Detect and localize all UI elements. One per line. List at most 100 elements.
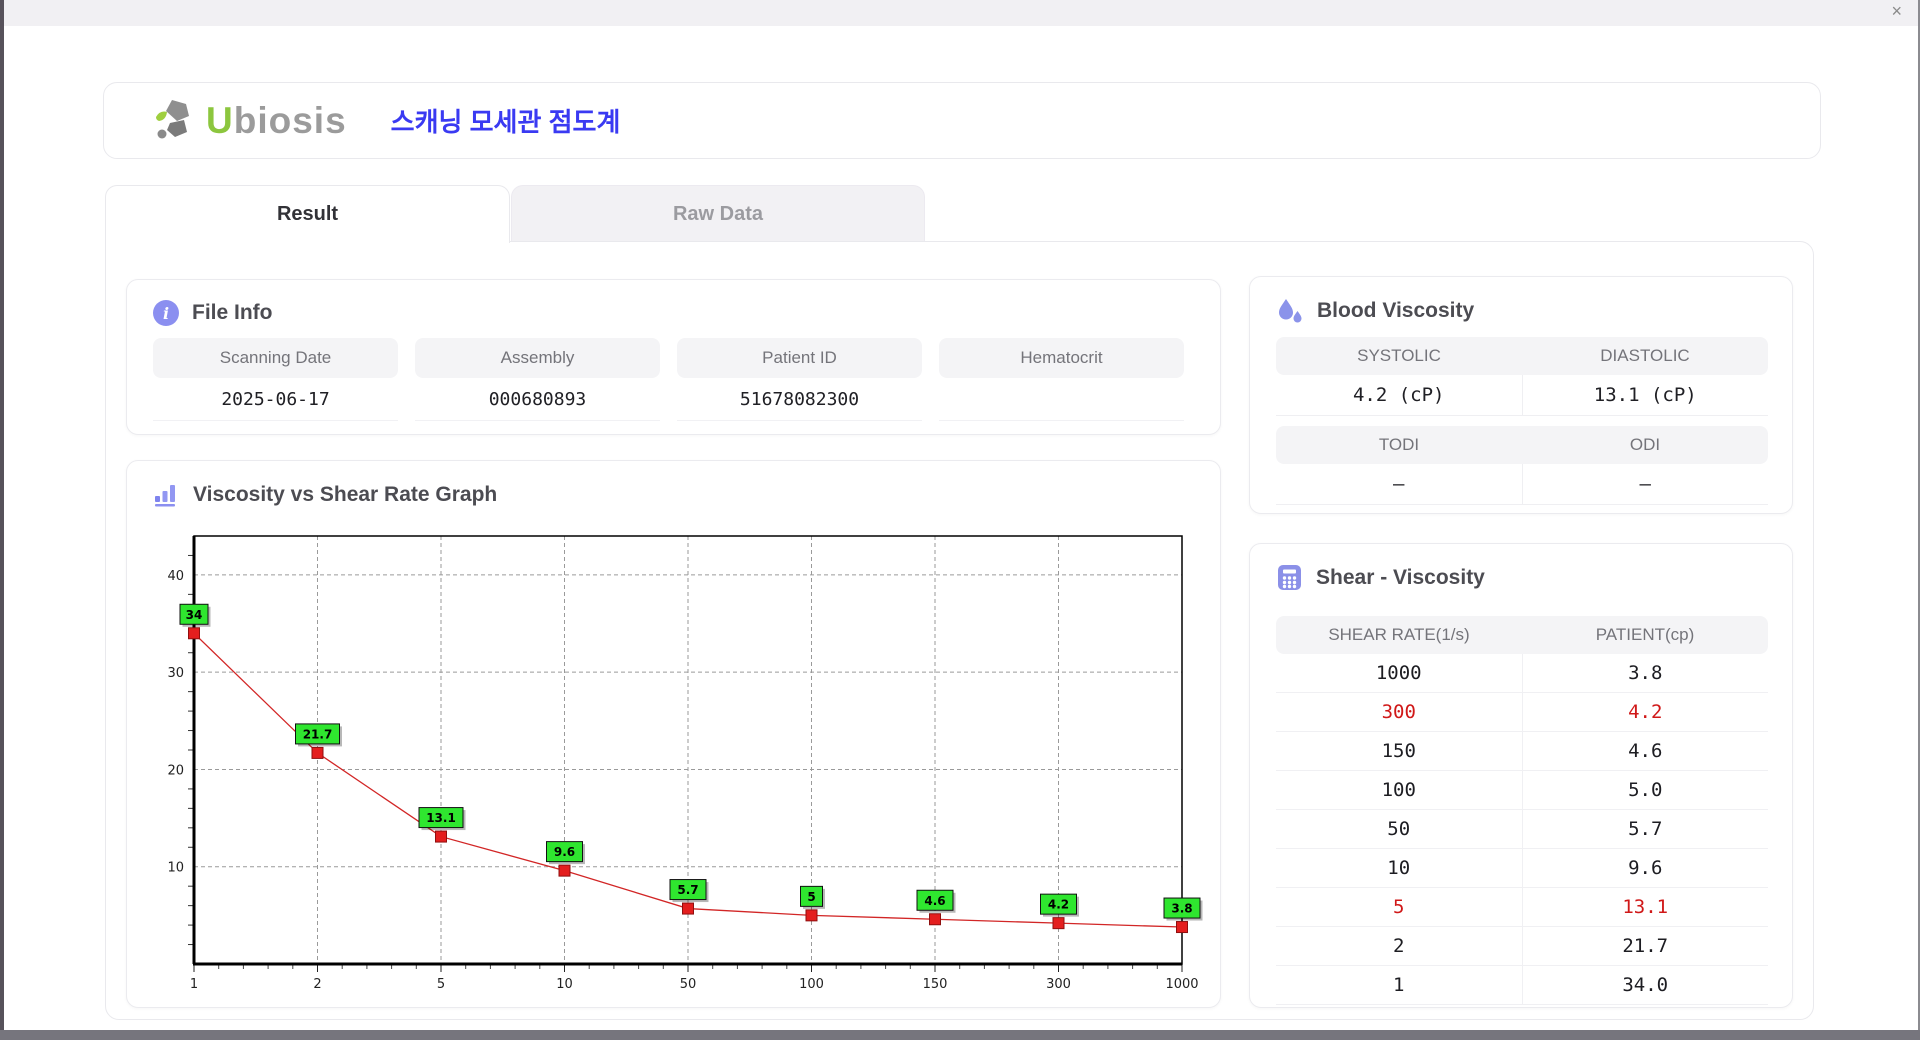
patient-cell: 4.6 (1523, 732, 1769, 770)
svg-text:30: 30 (167, 666, 184, 681)
blood-viscosity-table-header: TODIODI (1276, 426, 1768, 464)
calculator-icon (1276, 564, 1303, 591)
svg-text:4.2: 4.2 (1048, 898, 1069, 912)
file-info-header: i File Info (153, 300, 1220, 326)
shear-rate-cell: 100 (1276, 771, 1523, 809)
column-header: ODI (1522, 426, 1768, 464)
shear-rate-cell: 150 (1276, 732, 1523, 770)
shear-rate-cell: 50 (1276, 810, 1523, 848)
shear-rate-cell: 10 (1276, 849, 1523, 887)
table-row: 10003.8 (1276, 654, 1768, 693)
blood-viscosity-table-header: SYSTOLICDIASTOLIC (1276, 337, 1768, 375)
file-info-field-scanning-date: Scanning Date2025-06-17 (153, 338, 398, 421)
patient-cell: 3.8 (1523, 654, 1769, 692)
shear-viscosity-panel: Shear - Viscosity SHEAR RATE(1/s)PATIENT… (1249, 543, 1793, 1008)
field-label: Scanning Date (153, 338, 398, 378)
bar-chart-icon (153, 481, 180, 508)
file-info-panel: i File Info Scanning Date2025-06-17Assem… (126, 279, 1221, 435)
file-info-field-patient-id: Patient ID51678082300 (677, 338, 922, 421)
table-row: 1005.0 (1276, 771, 1768, 810)
close-icon[interactable]: × (1891, 1, 1902, 22)
shear-viscosity-title: Shear - Viscosity (1316, 566, 1485, 590)
window-left-edge (0, 0, 4, 1040)
table-row: 221.7 (1276, 927, 1768, 966)
svg-text:20: 20 (167, 763, 184, 778)
shear-rate-cell: 5 (1276, 888, 1523, 926)
blood-viscosity-table-0: SYSTOLICDIASTOLIC4.2 (cP)13.1 (cP) (1276, 337, 1768, 416)
value-cell: 13.1 (cP) (1523, 375, 1769, 415)
table-row: 134.0 (1276, 966, 1768, 1005)
blood-viscosity-table-values: 4.2 (cP)13.1 (cP) (1276, 375, 1768, 416)
field-value: 2025-06-17 (153, 378, 398, 421)
patient-cell: 5.7 (1523, 810, 1769, 848)
droplets-icon (1276, 297, 1304, 325)
table-row: 3004.2 (1276, 693, 1768, 732)
table-row: 513.1 (1276, 888, 1768, 927)
file-info-field-assembly: Assembly000680893 (415, 338, 660, 421)
column-header: DIASTOLIC (1522, 337, 1768, 375)
ubiosis-logo: Ubiosis (152, 97, 347, 145)
table-row: 109.6 (1276, 849, 1768, 888)
svg-text:10: 10 (556, 977, 573, 992)
svg-text:1: 1 (190, 977, 198, 992)
app-window: × Ubiosis 스캐닝 모세관 점도계 Result Raw Data i … (0, 0, 1920, 1040)
tab-result[interactable]: Result (105, 185, 510, 243)
blood-viscosity-table-1: TODIODI–– (1276, 426, 1768, 505)
column-header: TODI (1276, 426, 1522, 464)
window-bottom-bar (0, 1030, 1920, 1040)
svg-text:3.8: 3.8 (1171, 902, 1192, 916)
field-value (939, 378, 1184, 421)
field-value: 51678082300 (677, 378, 922, 421)
field-value: 000680893 (415, 378, 660, 421)
viscosity-shear-chart: 10203040125105010015030010003421.713.19.… (151, 529, 1221, 994)
value-cell: 4.2 (cP) (1276, 375, 1523, 415)
tab-raw-data[interactable]: Raw Data (511, 185, 925, 243)
column-header: SYSTOLIC (1276, 337, 1522, 375)
file-info-title: File Info (192, 301, 273, 325)
svg-text:9.6: 9.6 (554, 845, 575, 859)
window-titlebar: × (4, 0, 1918, 26)
shear-viscosity-header: Shear - Viscosity (1276, 564, 1792, 591)
svg-text:5: 5 (807, 890, 815, 904)
graph-panel: Viscosity vs Shear Rate Graph 10 20 30 40 1 2… (126, 460, 1221, 1008)
patient-cell: 34.0 (1523, 966, 1769, 1004)
graph-header: Viscosity vs Shear Rate Graph (153, 481, 1220, 508)
column-header: PATIENT(cp) (1522, 616, 1768, 654)
svg-text:10: 10 (167, 861, 184, 876)
field-label: Assembly (415, 338, 660, 378)
svg-text:34: 34 (186, 608, 203, 622)
blood-viscosity-title: Blood Viscosity (1317, 299, 1474, 323)
svg-text:5: 5 (437, 977, 445, 992)
graph-title: Viscosity vs Shear Rate Graph (193, 483, 497, 507)
svg-text:21.7: 21.7 (303, 727, 333, 741)
patient-cell: 4.2 (1523, 693, 1769, 731)
patient-cell: 21.7 (1523, 927, 1769, 965)
blood-viscosity-tables: SYSTOLICDIASTOLIC4.2 (cP)13.1 (cP)TODIOD… (1276, 337, 1768, 515)
field-label: Patient ID (677, 338, 922, 378)
blood-viscosity-header: Blood Viscosity (1276, 297, 1792, 325)
svg-text:50: 50 (680, 977, 697, 992)
column-header: SHEAR RATE(1/s) (1276, 616, 1522, 654)
table-row: 505.7 (1276, 810, 1768, 849)
svg-text:300: 300 (1046, 977, 1071, 992)
value-cell: – (1523, 464, 1769, 504)
svg-text:1000: 1000 (1165, 977, 1198, 992)
ubiosis-logo-icon (152, 97, 200, 145)
patient-cell: 9.6 (1523, 849, 1769, 887)
file-info-fields: Scanning Date2025-06-17Assembly000680893… (153, 338, 1184, 421)
shear-rate-cell: 1000 (1276, 654, 1523, 692)
shear-rate-cell: 1 (1276, 966, 1523, 1004)
field-label: Hematocrit (939, 338, 1184, 378)
svg-text:4.6: 4.6 (924, 894, 945, 908)
blood-viscosity-panel: Blood Viscosity SYSTOLICDIASTOLIC4.2 (cP… (1249, 276, 1793, 514)
svg-text:5.7: 5.7 (677, 883, 698, 897)
info-icon: i (153, 300, 179, 326)
file-info-field-hematocrit: Hematocrit (939, 338, 1184, 421)
shear-rate-cell: 2 (1276, 927, 1523, 965)
patient-cell: 13.1 (1523, 888, 1769, 926)
app-title: 스캐닝 모세관 점도계 (391, 102, 621, 139)
svg-text:100: 100 (799, 977, 824, 992)
ubiosis-logo-text: Ubiosis (206, 100, 347, 142)
svg-text:150: 150 (923, 977, 948, 992)
svg-text:40: 40 (167, 569, 184, 584)
